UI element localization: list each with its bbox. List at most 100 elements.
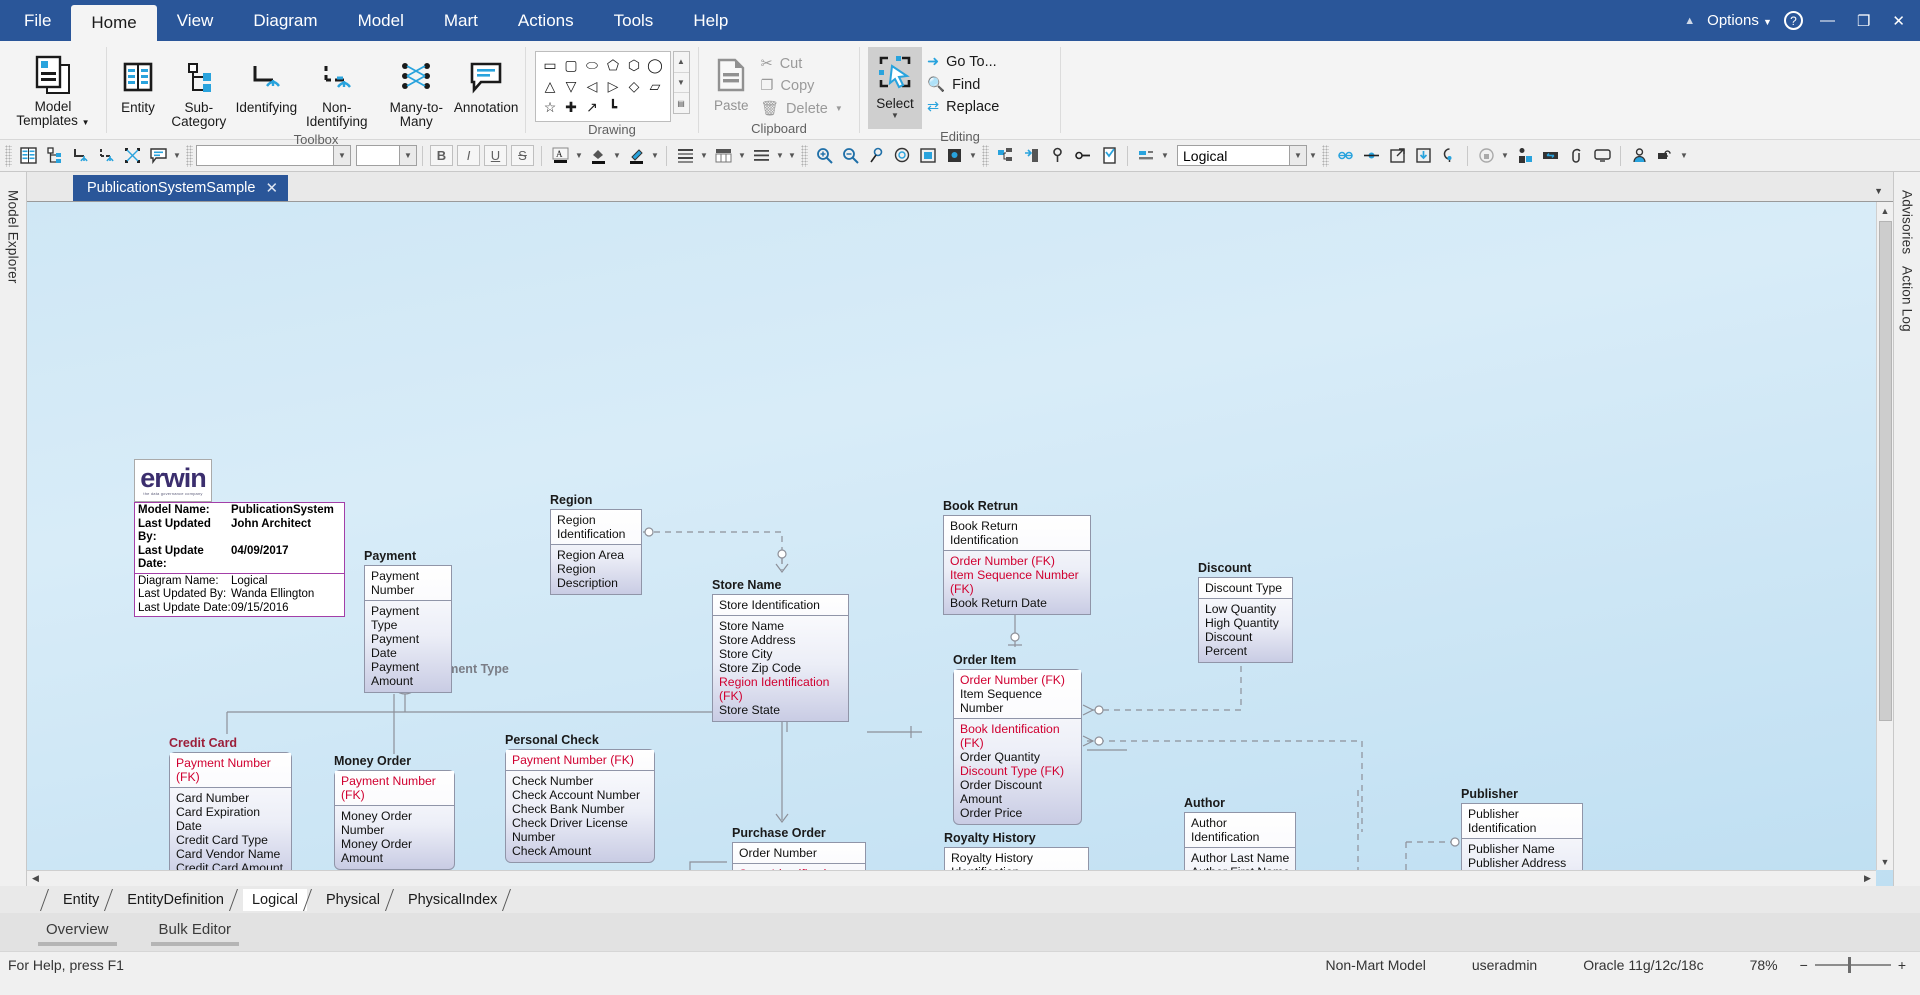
entity-key-order-item-0[interactable]: Order Number (FK) (960, 673, 1076, 687)
open-external-icon[interactable] (1384, 144, 1410, 168)
find-button[interactable]: 🔍 Find (922, 73, 1004, 96)
help-circle-icon[interactable]: ? (1783, 11, 1803, 30)
sub-category-button[interactable]: Sub-Category (161, 51, 237, 132)
fit-to-window-icon[interactable] (915, 144, 941, 168)
entity-attribute-discount-2[interactable]: Discount Percent (1205, 630, 1287, 658)
entity-region[interactable]: Region Region Identification Region Area Re… (550, 494, 642, 595)
entity-box-discount[interactable]: Discount Type Low Quantity High Quantity Di… (1198, 577, 1293, 663)
zoom-selection-icon[interactable] (863, 144, 889, 168)
menu-mart[interactable]: Mart (424, 0, 498, 41)
align-icon[interactable] (672, 144, 698, 168)
validate-icon[interactable] (1096, 144, 1122, 168)
menu-home[interactable]: Home (71, 5, 157, 41)
entity-button[interactable]: Entity (115, 51, 161, 118)
entity-attribute-author-0[interactable]: Author Last Name (1191, 851, 1290, 865)
shapes-gallery-scrollbar[interactable]: ▲ ▼ ▤ (672, 51, 690, 114)
relationship-cardinality-icon[interactable] (1332, 144, 1358, 168)
shapes-gallery-more-icon[interactable]: ▤ (674, 93, 689, 113)
zoom-in-icon[interactable] (811, 144, 837, 168)
options-button[interactable]: Options ▼ (1707, 12, 1772, 29)
entity-attribute-discount-0[interactable]: Low Quantity (1205, 602, 1287, 616)
shape-circle-icon[interactable]: ◯ (645, 55, 666, 76)
copy-button[interactable]: ❐ Copy (756, 75, 848, 97)
display-level-icon[interactable] (1133, 144, 1159, 168)
entity-key-credit-card-0[interactable]: Payment Number (FK) (176, 756, 286, 784)
select-button[interactable]: Select ▼ (868, 47, 922, 129)
scroll-left-icon[interactable]: ◀ (27, 870, 44, 886)
entity-attribute-store-name-5[interactable]: Store State (719, 703, 843, 717)
entity-attribute-store-name-2[interactable]: Store City (719, 647, 843, 661)
entity-personal-check[interactable]: Personal Check Payment Number (FK) Check N… (505, 734, 655, 863)
sheet-tab-physicalindex[interactable]: PhysicalIndex (399, 889, 506, 911)
sidebar-item-advisories[interactable]: Advisories (1900, 184, 1915, 260)
menu-file[interactable]: File (4, 0, 71, 41)
shape-parallelogram-icon[interactable]: ▱ (645, 76, 666, 97)
go-to-button[interactable]: ➜ Go To... (922, 51, 1004, 73)
toolbar-grip-3[interactable] (801, 144, 808, 167)
entity-attribute-order-item-3[interactable]: Order Discount Amount (960, 778, 1076, 806)
entity-key-money-order-0[interactable]: Payment Number (FK) (341, 774, 449, 802)
shape-rounded-rectangle-icon[interactable]: ▢ (561, 55, 582, 76)
entity-attribute-order-item-1[interactable]: Order Quantity (960, 750, 1076, 764)
shape-arrow-icon[interactable]: ↗ (582, 97, 603, 118)
menu-help[interactable]: Help (673, 0, 748, 41)
model-templates-button[interactable]: Model Templates ▼ (9, 47, 96, 133)
zoom-out-button[interactable]: − (1800, 957, 1808, 973)
entity-key-personal-check-0[interactable]: Payment Number (FK) (512, 753, 649, 767)
entity-attribute-region-0[interactable]: Region Area (557, 548, 636, 562)
entity-attribute-order-item-2[interactable]: Discount Type (FK) (960, 764, 1076, 778)
scroll-up-icon[interactable]: ▲ (1877, 202, 1894, 219)
reverse-engineer-icon[interactable] (1018, 144, 1044, 168)
format-overflow-icon[interactable]: ▼ (786, 151, 798, 160)
entity-attribute-book-retrun-2[interactable]: Book Return Date (950, 596, 1085, 610)
entity-attribute-personal-check-1[interactable]: Check Account Number (512, 788, 649, 802)
entity-attribute-discount-1[interactable]: High Quantity (1205, 616, 1287, 630)
sidebar-item-model-explorer[interactable]: Model Explorer (6, 184, 21, 290)
font-color-dropdown-icon[interactable]: ▼ (573, 151, 585, 160)
entity-key-order-item-1[interactable]: Item Sequence Number (960, 687, 1076, 715)
sidebar-item-action-log[interactable]: Action Log (1900, 260, 1915, 338)
line-color-dropdown-icon[interactable]: ▼ (649, 151, 661, 160)
shape-rectangle-icon[interactable]: ▭ (540, 55, 561, 76)
entity-attribute-store-name-0[interactable]: Store Name (719, 619, 843, 633)
menu-model[interactable]: Model (338, 0, 424, 41)
save-diagram-icon[interactable] (1410, 144, 1436, 168)
entity-attribute-store-name-4[interactable]: Region Identification (FK) (719, 675, 843, 703)
model-explorer-icon[interactable] (992, 144, 1018, 168)
entity-key-author-0[interactable]: Author Identification (1191, 816, 1290, 844)
notation-combo[interactable]: Logical ▼ (1177, 145, 1307, 166)
entity-attribute-payment-0[interactable]: Payment Type (371, 604, 446, 632)
entity-attribute-store-name-1[interactable]: Store Address (719, 633, 843, 647)
shapes-scroll-up-icon[interactable]: ▲ (673, 52, 689, 73)
entity-payment[interactable]: Payment Payment Number Payment Type Payment… (364, 550, 452, 693)
entity-attribute-payment-2[interactable]: Payment Amount (371, 660, 446, 688)
entity-attribute-publisher-1[interactable]: Publisher Address (1468, 856, 1577, 870)
canvas-horizontal-scrollbar[interactable]: ◀ ▶ (27, 870, 1876, 886)
shape-elbow-icon[interactable]: ┗ (603, 97, 624, 118)
notation-value[interactable]: Logical (1177, 145, 1290, 166)
entity-attribute-credit-card-3[interactable]: Card Vendor Name (176, 847, 286, 861)
shape-triangle-right-icon[interactable]: ▷ (603, 76, 624, 97)
zoom-fit-icon[interactable] (889, 144, 915, 168)
toolbar-grip-4[interactable] (982, 144, 989, 167)
delete-dropdown-icon[interactable]: ▼ (835, 104, 843, 113)
shapes-gallery[interactable]: ▭ ▢ ⬭ ⬠ ⬡ ◯ △ ▽ ◁ ▷ ◇ ▱ ☆ ✚ ↗ ┗ (534, 51, 671, 122)
shape-pentagon-icon[interactable]: ⬠ (603, 55, 624, 76)
paste-button[interactable]: Paste (707, 49, 756, 116)
lock-dropdown-icon[interactable]: ▼ (1499, 151, 1511, 160)
vertical-scroll-thumb[interactable] (1878, 221, 1892, 721)
entity-box-order-item[interactable]: Order Number (FK) Item Sequence Number Boo… (953, 669, 1082, 825)
menu-view[interactable]: View (157, 0, 234, 41)
delete-button[interactable]: 🗑 Delete ▼ (756, 97, 848, 120)
sheet-tab-entity[interactable]: Entity (54, 889, 108, 911)
table-style-dropdown-icon[interactable]: ▼ (736, 151, 748, 160)
entity-store-name[interactable]: Store Name Store Identification Store Name… (712, 579, 849, 722)
entity-attribute-personal-check-2[interactable]: Check Bank Number (512, 802, 649, 816)
spacing-dropdown-icon[interactable]: ▼ (774, 151, 786, 160)
toolbar-overflow-icon[interactable]: ▼ (1678, 151, 1690, 160)
document-tabs-overflow-icon[interactable]: ▼ (1874, 186, 1883, 196)
zoom-slider-track[interactable] (1814, 956, 1891, 973)
canvas-vertical-scrollbar[interactable]: ▲ ▼ (1876, 202, 1893, 870)
toolbar-grip-5[interactable] (1322, 144, 1329, 167)
minimize-button[interactable]: — (1815, 12, 1840, 29)
